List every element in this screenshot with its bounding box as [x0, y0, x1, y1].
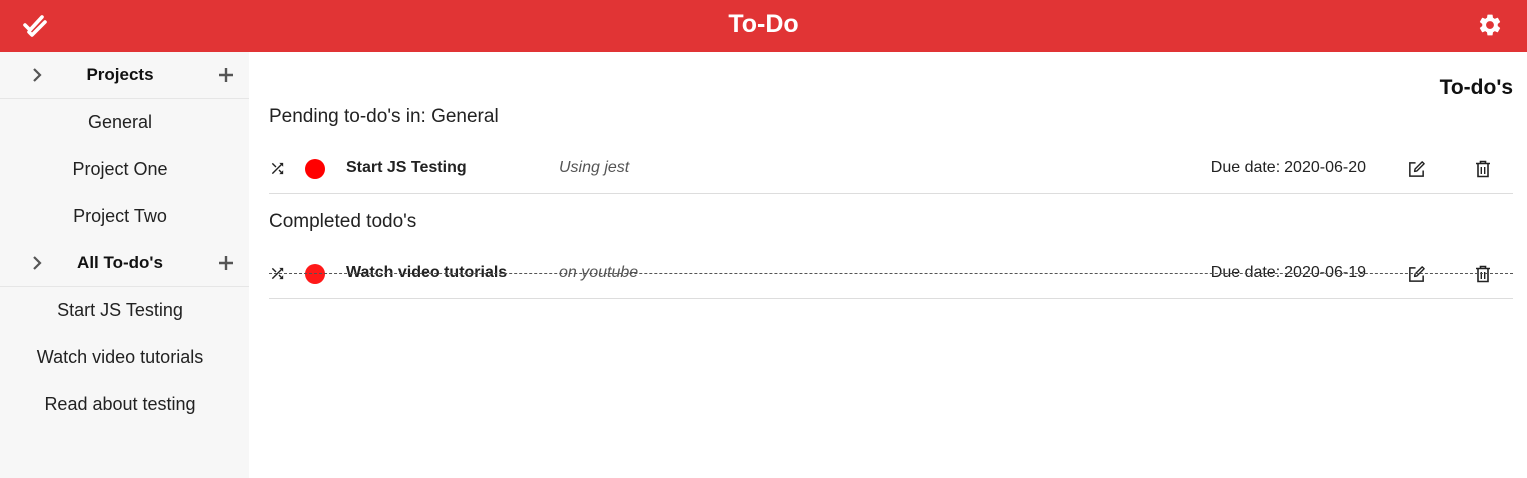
top-bar: To-Do	[0, 0, 1527, 52]
todo-due-date: Due date: 2020-06-19	[1211, 264, 1366, 282]
all-todos-label: All To-do's	[77, 253, 163, 272]
edit-icon[interactable]	[1407, 265, 1426, 284]
view-title: To-do's	[1439, 76, 1513, 99]
sidebar-item-project-one[interactable]: Project One	[0, 146, 240, 193]
todo-description: Using jest	[559, 159, 630, 176]
trash-icon[interactable]	[1475, 265, 1491, 283]
add-todo-icon[interactable]	[218, 255, 234, 271]
todo-title[interactable]: Watch video tutorials	[346, 264, 507, 282]
due-date-value: 2020-06-19	[1284, 264, 1366, 281]
todos-section-header[interactable]: All To-do's	[0, 240, 249, 287]
completed-section-title: Completed todo's	[269, 211, 417, 232]
gear-icon[interactable]	[1477, 12, 1503, 38]
shuffle-icon[interactable]	[269, 265, 286, 282]
sidebar-item-general[interactable]: General	[0, 99, 240, 146]
due-date-label: Due date:	[1210, 159, 1281, 176]
projects-label: Projects	[86, 65, 154, 84]
priority-indicator	[305, 264, 325, 284]
due-date-label: Due date:	[1210, 264, 1281, 281]
projects-section-header[interactable]: Projects	[0, 52, 249, 99]
sidebar-item-project-two[interactable]: Project Two	[0, 193, 240, 240]
priority-indicator	[305, 159, 325, 179]
todo-description: on youtube	[559, 264, 639, 281]
trash-icon[interactable]	[1475, 160, 1491, 178]
app-title: To-Do	[728, 10, 799, 38]
todo-row-completed: Watch video tutorials on youtube Due dat…	[269, 249, 1513, 299]
todo-row-pending: Start JS Testing Using jest Due date: 202…	[269, 144, 1513, 194]
edit-icon[interactable]	[1407, 160, 1426, 179]
pending-section-title: Pending to-do's in: General	[269, 106, 499, 127]
todo-due-date: Due date: 2020-06-20	[1211, 159, 1366, 177]
main-content: To-do's Pending to-do's in: General Star…	[269, 52, 1513, 478]
sidebar-item-todo[interactable]: Read about testing	[0, 381, 240, 428]
shuffle-icon[interactable]	[269, 160, 286, 177]
add-project-icon[interactable]	[218, 67, 234, 83]
sidebar-item-todo[interactable]: Watch video tutorials	[0, 334, 240, 381]
sidebar: Projects General Project One Project Two…	[0, 52, 249, 478]
due-date-value: 2020-06-20	[1284, 159, 1366, 176]
sidebar-item-todo[interactable]: Start JS Testing	[0, 287, 240, 334]
todo-title[interactable]: Start JS Testing	[346, 159, 467, 177]
